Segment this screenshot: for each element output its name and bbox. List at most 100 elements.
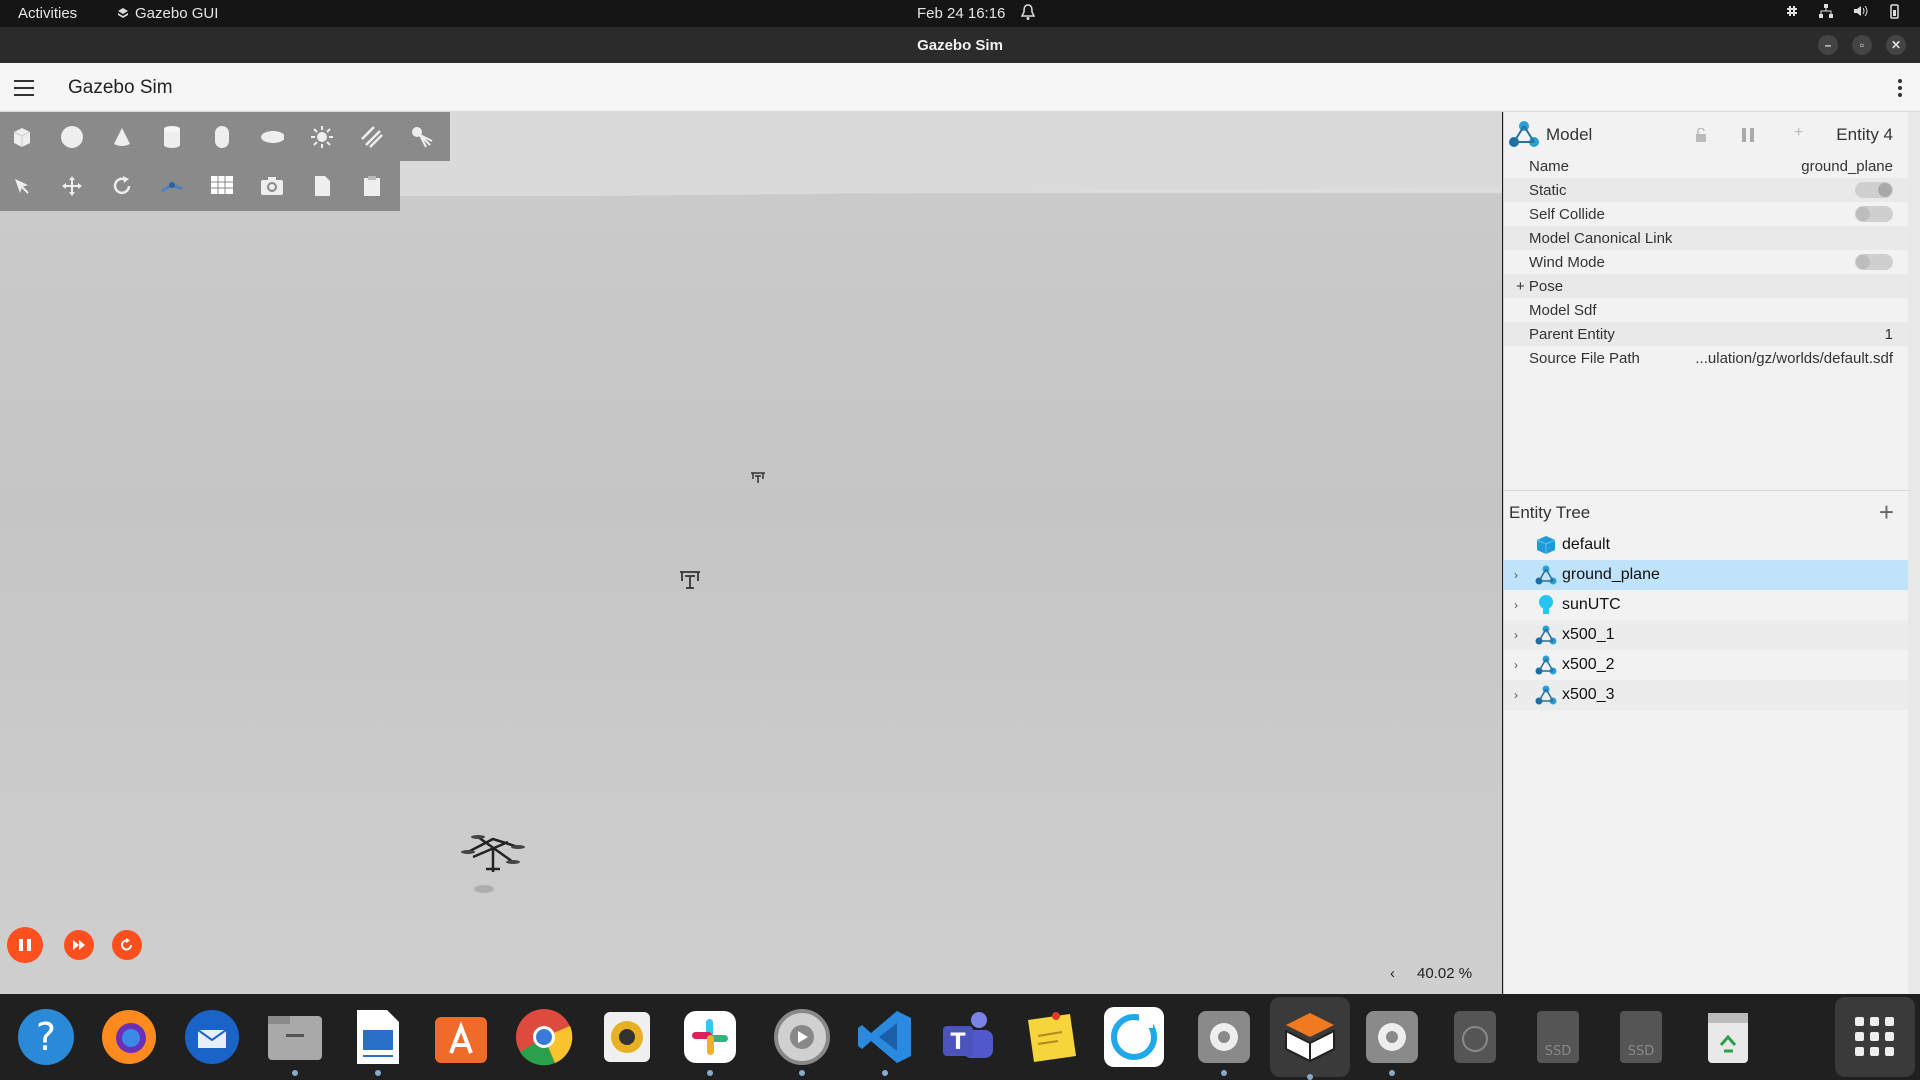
- trash-icon[interactable]: [1697, 1006, 1759, 1068]
- teams-icon[interactable]: T: [937, 1006, 999, 1068]
- snap-to-grid-icon[interactable]: [160, 174, 184, 198]
- more-options-icon[interactable]: [1898, 79, 1902, 100]
- light-icon: [1534, 594, 1558, 616]
- add-entity-icon[interactable]: +: [1879, 497, 1894, 528]
- box-shape-icon[interactable]: [10, 125, 34, 149]
- minimize-button[interactable]: –: [1818, 35, 1838, 55]
- self-collide-toggle[interactable]: [1855, 206, 1893, 222]
- reset-button[interactable]: [112, 930, 142, 960]
- spot-light-icon[interactable]: [410, 125, 434, 149]
- window-title-bar[interactable]: Gazebo Sim – ▫ ✕: [0, 27, 1920, 63]
- sun-light-icon[interactable]: [310, 125, 334, 149]
- copy-icon[interactable]: [310, 174, 334, 198]
- app-title: Gazebo Sim: [68, 77, 173, 98]
- rhythmbox-icon[interactable]: [596, 1006, 658, 1068]
- rtf-expand-arrow[interactable]: ‹: [1390, 965, 1395, 982]
- network-icon[interactable]: [1818, 3, 1834, 19]
- vscode-icon[interactable]: [854, 1006, 916, 1076]
- close-button[interactable]: ✕: [1886, 35, 1906, 55]
- text-editor-icon[interactable]: [347, 1006, 409, 1076]
- restore-button[interactable]: ▫: [1852, 35, 1872, 55]
- add-component-icon[interactable]: +: [1794, 124, 1803, 142]
- model-icon: [1534, 684, 1558, 706]
- expand-chevron-icon[interactable]: ›: [1514, 598, 1528, 612]
- tree-item-sunutc[interactable]: › sunUTC: [1504, 590, 1909, 620]
- ssd-drive-icon-2[interactable]: SSD: [1610, 1006, 1672, 1068]
- rotate-icon[interactable]: [110, 174, 134, 198]
- firefox-icon[interactable]: [98, 1006, 160, 1068]
- settings-icon-2[interactable]: [1361, 1006, 1423, 1076]
- ellipsoid-shape-icon[interactable]: [260, 125, 284, 149]
- right-side-panel: Model + Entity 4 Name ground_plane Static…: [1503, 112, 1909, 994]
- expand-chevron-icon[interactable]: ›: [1514, 658, 1528, 672]
- static-toggle[interactable]: [1855, 182, 1893, 198]
- cone-shape-icon[interactable]: [110, 125, 134, 149]
- hamburger-menu-icon[interactable]: [14, 80, 34, 96]
- system-tray[interactable]: [1784, 3, 1902, 19]
- drone-model-mid[interactable]: [678, 567, 702, 591]
- pause-updates-icon[interactable]: [1740, 127, 1756, 143]
- drone-model-near[interactable]: [458, 827, 528, 902]
- tree-item-x500-1[interactable]: › x500_1: [1504, 620, 1909, 650]
- slack-tray-icon[interactable]: [1784, 3, 1800, 19]
- lock-icon[interactable]: [1694, 128, 1708, 142]
- property-row: Wind Mode: [1504, 250, 1908, 274]
- app-center-icon[interactable]: [430, 1006, 492, 1068]
- grid-config-icon[interactable]: [210, 174, 234, 198]
- select-arrow-icon[interactable]: [10, 174, 34, 198]
- system-settings-icon[interactable]: [1193, 1006, 1255, 1076]
- activities-button[interactable]: Activities: [18, 5, 77, 22]
- ssd-drive-icon-1[interactable]: SSD: [1527, 1006, 1589, 1068]
- help-app-icon[interactable]: ?: [15, 1006, 77, 1068]
- battery-icon[interactable]: [1886, 3, 1902, 19]
- sticky-notes-icon[interactable]: [1020, 1006, 1082, 1068]
- paste-icon[interactable]: [360, 174, 384, 198]
- capsule-shape-icon[interactable]: [210, 125, 234, 149]
- chrome-icon[interactable]: [513, 1006, 575, 1068]
- wind-mode-toggle[interactable]: [1855, 254, 1893, 270]
- pose-expand-label[interactable]: + Pose: [1516, 278, 1893, 295]
- thunderbird-icon[interactable]: [181, 1006, 243, 1068]
- sync-app-icon[interactable]: [1103, 1006, 1165, 1068]
- screenshot-camera-icon[interactable]: [260, 174, 284, 198]
- rtf-value: 40.02 %: [1417, 965, 1473, 982]
- property-row[interactable]: + Pose: [1504, 274, 1908, 298]
- property-row: Self Collide: [1504, 202, 1908, 226]
- slack-icon[interactable]: [679, 1006, 741, 1076]
- translate-move-icon[interactable]: [60, 174, 84, 198]
- play-pause-button[interactable]: [7, 927, 43, 963]
- tree-item-ground-plane[interactable]: › ground_plane: [1504, 560, 1909, 590]
- property-value: ground_plane: [1801, 157, 1893, 175]
- disk-drive-icon[interactable]: [1444, 1006, 1506, 1068]
- property-row: Static: [1504, 178, 1908, 202]
- shapes-toolbar: [0, 112, 450, 161]
- settings-gear-icon[interactable]: [771, 1006, 833, 1076]
- notification-bell-icon[interactable]: [1020, 3, 1036, 25]
- tree-item-x500-3[interactable]: › x500_3: [1504, 680, 1909, 710]
- panel-scrollbar[interactable]: [1908, 112, 1920, 994]
- property-label: Name: [1529, 157, 1570, 175]
- expand-chevron-icon[interactable]: ›: [1514, 688, 1528, 702]
- property-label: Parent Entity: [1529, 325, 1615, 343]
- tree-item-label: sunUTC: [1562, 596, 1621, 613]
- clock[interactable]: Feb 24 16:16: [917, 5, 1005, 22]
- sphere-shape-icon[interactable]: [60, 125, 84, 149]
- directional-light-icon[interactable]: [360, 125, 384, 149]
- cylinder-shape-icon[interactable]: [160, 125, 184, 149]
- volume-icon[interactable]: [1852, 3, 1868, 19]
- property-label: Model Canonical Link: [1529, 229, 1673, 247]
- files-icon[interactable]: [264, 1006, 326, 1076]
- property-row: Model Sdf: [1504, 298, 1908, 322]
- tree-item-default[interactable]: default: [1504, 530, 1909, 560]
- property-row: Name ground_plane: [1504, 154, 1908, 178]
- gazebo-sim-icon[interactable]: [1270, 997, 1350, 1080]
- svg-text:T: T: [950, 1030, 965, 1055]
- tree-item-x500-2[interactable]: › x500_2: [1504, 650, 1909, 680]
- 3d-scene-viewport[interactable]: ‹ 40.02 %: [0, 112, 1502, 994]
- expand-chevron-icon[interactable]: ›: [1514, 568, 1528, 582]
- app-menu[interactable]: Gazebo GUI: [117, 5, 218, 22]
- show-apps-grid-icon[interactable]: [1835, 997, 1915, 1077]
- drone-model-far[interactable]: [750, 470, 766, 484]
- step-forward-button[interactable]: [64, 930, 94, 960]
- expand-chevron-icon[interactable]: ›: [1514, 628, 1528, 642]
